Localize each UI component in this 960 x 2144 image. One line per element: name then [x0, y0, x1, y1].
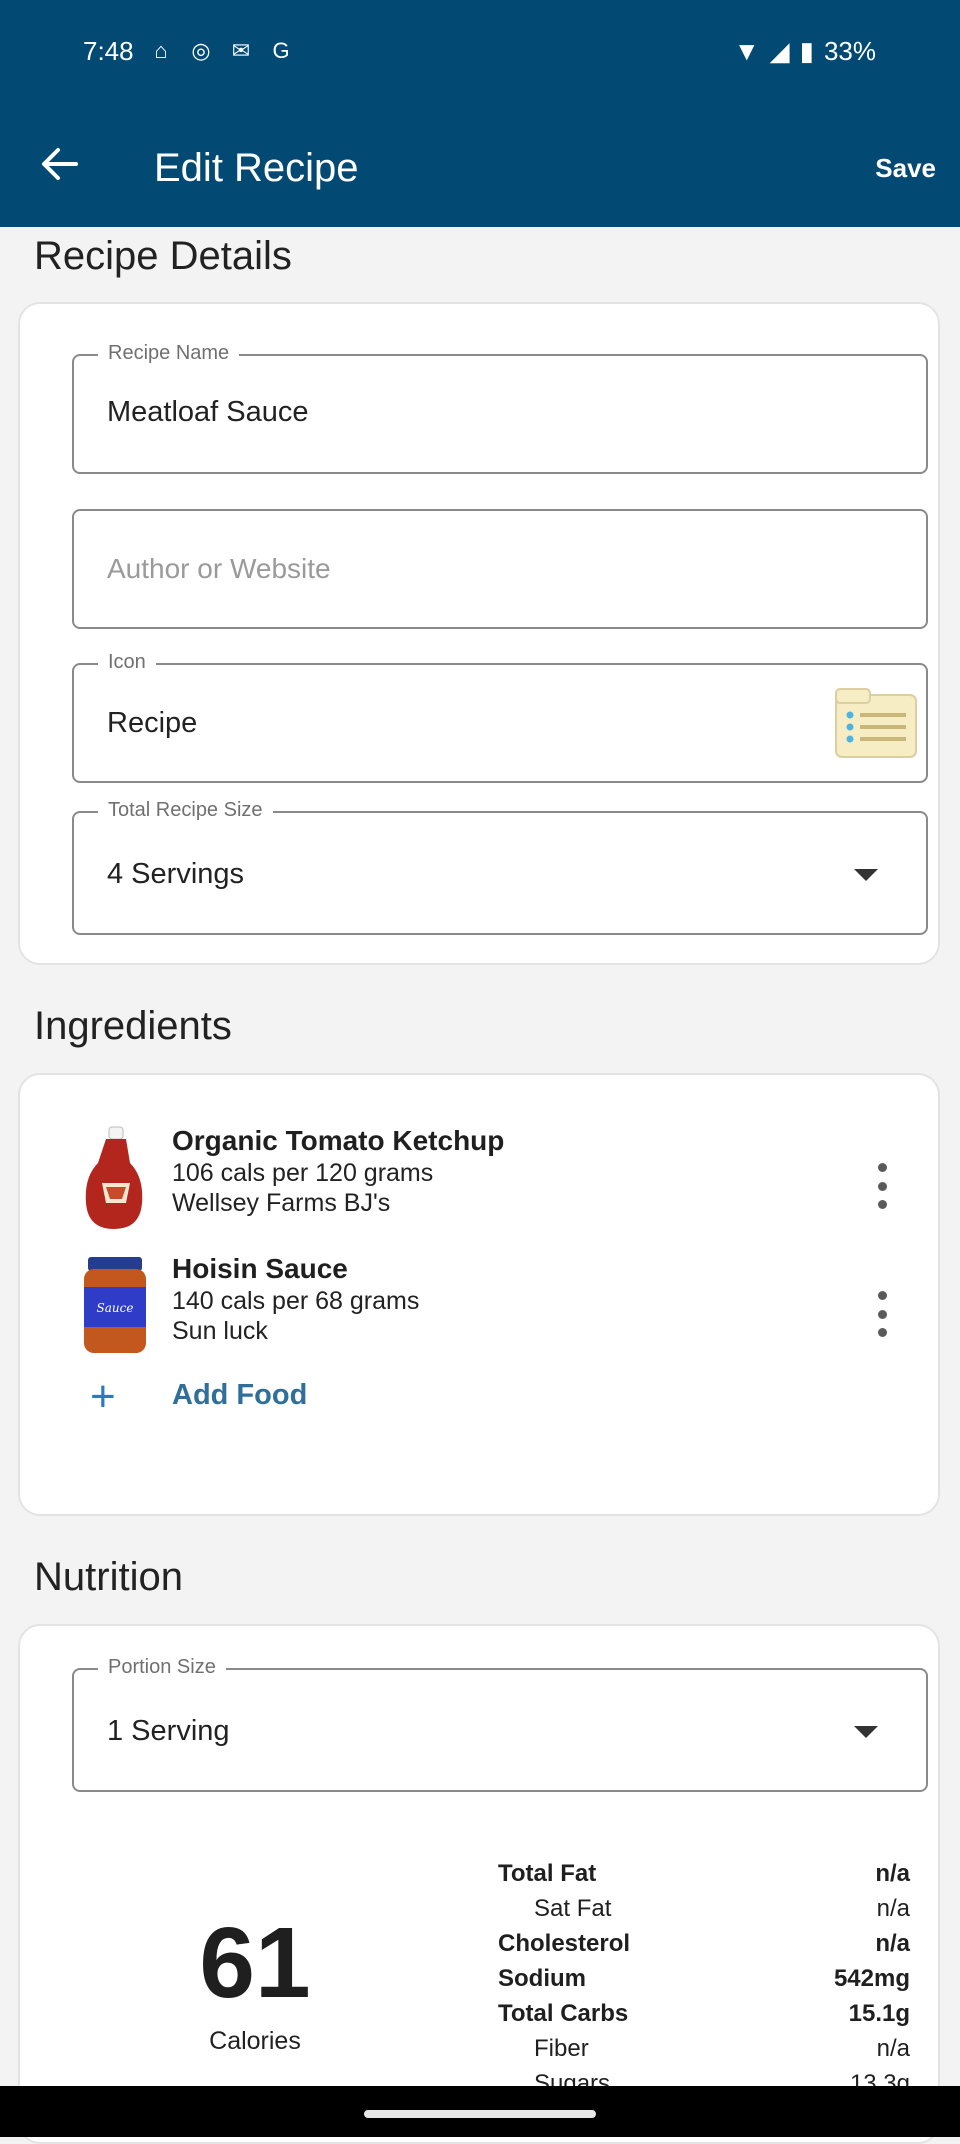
ketchup-bottle-icon — [68, 1125, 162, 1235]
section-title-nutrition: Nutrition — [34, 1555, 183, 1599]
more-options-icon[interactable] — [874, 1291, 890, 1337]
nutrition-row: Sat Fat n/a — [498, 1895, 910, 1929]
list-item[interactable]: Sauce Hoisin Sauce 140 cals per 68 grams… — [20, 1253, 942, 1373]
total-recipe-size-label: Total Recipe Size — [98, 799, 273, 822]
total-recipe-size-value: 4 Servings — [107, 858, 245, 890]
top-bar: 7:48 ⌂ ◎ ✉ G ▼ ◢ ▮ 33% Edit Recipe Save — [0, 0, 960, 227]
recipe-name-value: Meatloaf Sauce — [107, 396, 309, 428]
author-website-field[interactable]: Author or Website — [72, 509, 928, 629]
nutrient-value: n/a — [875, 1930, 910, 1957]
nutrient-value: n/a — [876, 2035, 910, 2062]
nutrient-name: Sat Fat — [534, 1895, 612, 1922]
svg-text:Sauce: Sauce — [97, 1301, 134, 1315]
nutrition-row: Total Fat n/a — [498, 1860, 910, 1894]
nutrient-name: Fiber — [534, 2035, 589, 2062]
ingredient-brand: Wellsey Farms BJ's — [172, 1189, 391, 1217]
chat-icon: ✉ — [231, 38, 251, 63]
system-nav-bar — [0, 2086, 960, 2137]
more-options-icon[interactable] — [874, 1163, 890, 1209]
ingredient-calories: 106 cals per 120 grams — [172, 1159, 434, 1187]
nutrient-name: Cholesterol — [498, 1930, 631, 1957]
icon-label: Icon — [98, 651, 156, 674]
calories-summary: 61 Calories — [20, 1906, 490, 2056]
page-title: Edit Recipe — [154, 146, 359, 190]
ingredients-card: Organic Tomato Ketchup 106 cals per 120 … — [18, 1073, 940, 1516]
section-title-ingredients: Ingredients — [34, 1004, 232, 1048]
nutrient-value: 542mg — [833, 1965, 910, 1992]
ingredient-calories: 140 cals per 68 grams — [172, 1287, 420, 1315]
nutrient-value: n/a — [876, 1895, 910, 1922]
nutrition-card: Portion Size 1 Serving 61 Calories Total… — [18, 1624, 940, 2144]
nutrition-row: Total Carbs 15.1g — [498, 2000, 910, 2034]
add-food-label: Add Food — [172, 1379, 308, 1411]
arrow-left-icon — [42, 148, 78, 180]
nutrient-value: n/a — [875, 1860, 910, 1887]
icon-value: Recipe — [107, 707, 198, 739]
app-icon: ◎ — [191, 38, 211, 63]
nutrient-name: Sodium — [498, 1965, 586, 1992]
signal-icon: ◢ — [769, 36, 790, 66]
ingredient-name: Organic Tomato Ketchup — [172, 1125, 505, 1156]
nutrition-row: Sodium 542mg — [498, 1965, 910, 1999]
calories-value: 61 — [199, 1907, 311, 2019]
chevron-down-icon — [854, 1726, 878, 1738]
battery-percent: 33% — [823, 36, 876, 66]
save-button[interactable]: Save — [875, 153, 936, 184]
status-left-icons: ⌂ ◎ ✉ G — [148, 38, 294, 64]
status-right: ▼ ◢ ▮ 33% — [734, 36, 876, 67]
recipe-details-card: Recipe Name Meatloaf Sauce Author or Web… — [18, 302, 940, 965]
recipe-icon — [834, 685, 918, 759]
icon-field[interactable]: Icon Recipe — [72, 651, 928, 783]
status-bar: 7:48 ⌂ ◎ ✉ G ▼ ◢ ▮ 33% — [0, 0, 960, 108]
home-gesture-handle[interactable] — [364, 2110, 596, 2118]
portion-size-value: 1 Serving — [107, 1715, 230, 1747]
calories-label: Calories — [209, 2027, 301, 2055]
nutrient-name: Total Carbs — [498, 2000, 629, 2027]
chevron-down-icon — [854, 869, 878, 881]
recipe-name-label: Recipe Name — [98, 342, 240, 365]
nutrient-name: Total Fat — [498, 1860, 597, 1887]
section-title-recipe-details: Recipe Details — [34, 234, 292, 278]
status-time: 7:48 — [83, 36, 134, 66]
recipe-name-field[interactable]: Recipe Name Meatloaf Sauce — [72, 342, 928, 474]
nutrition-row: Cholesterol n/a — [498, 1930, 910, 1964]
sauce-jar-icon: Sauce — [68, 1253, 162, 1363]
ingredient-name: Hoisin Sauce — [172, 1253, 348, 1284]
wifi-icon: ▼ — [733, 36, 760, 66]
plus-icon: + — [90, 1372, 116, 1421]
nutrition-row: Fiber n/a — [498, 2035, 910, 2069]
nutrient-value: 15.1g — [848, 2000, 910, 2027]
ingredient-brand: Sun luck — [172, 1317, 268, 1345]
portion-size-select[interactable]: Portion Size 1 Serving — [72, 1656, 928, 1792]
google-icon: G — [272, 38, 290, 63]
battery-icon: ▮ — [799, 36, 814, 66]
list-item[interactable]: Organic Tomato Ketchup 106 cals per 120 … — [20, 1125, 942, 1245]
total-recipe-size-select[interactable]: Total Recipe Size 4 Servings — [72, 799, 928, 935]
back-button[interactable] — [36, 140, 84, 188]
home-icon: ⌂ — [154, 38, 168, 63]
portion-size-label: Portion Size — [98, 1656, 226, 1679]
app-bar: Edit Recipe Save — [0, 108, 960, 227]
author-website-placeholder: Author or Website — [107, 553, 331, 584]
